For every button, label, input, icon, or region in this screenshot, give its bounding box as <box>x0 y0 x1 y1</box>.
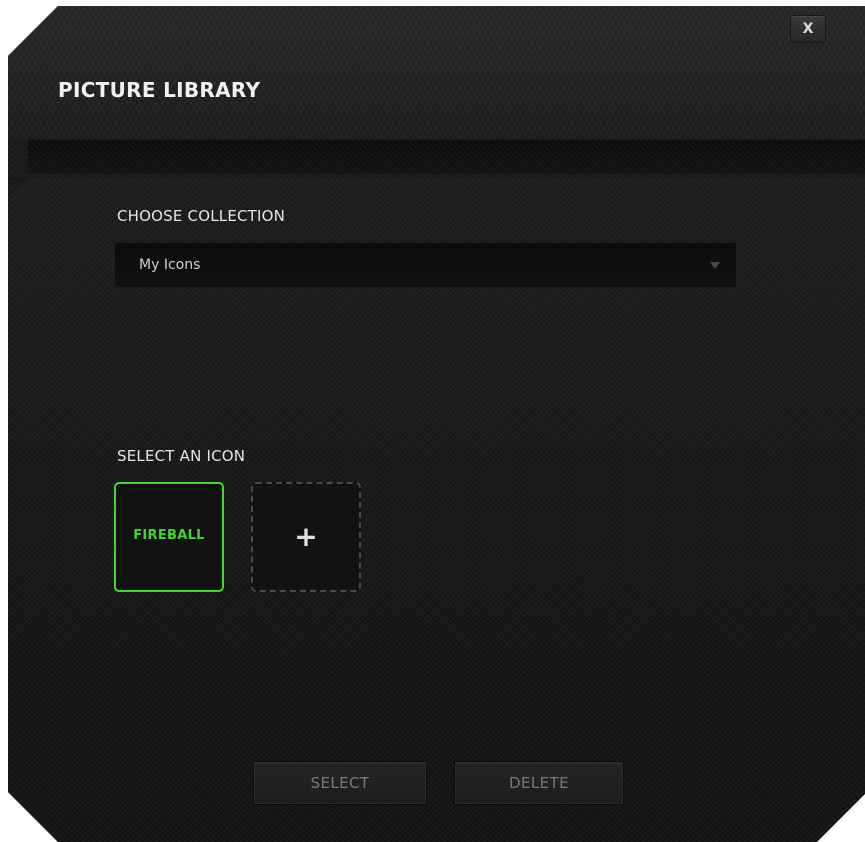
add-icon-button[interactable]: + <box>251 482 361 592</box>
collection-dropdown[interactable]: My Icons <box>114 242 737 288</box>
header-divider <box>28 140 865 174</box>
chevron-down-icon <box>710 262 720 269</box>
icon-tile-label: FIREBALL <box>133 528 205 543</box>
close-button[interactable]: X <box>790 15 826 43</box>
select-button[interactable]: SELECT <box>254 762 426 804</box>
select-icon-label: SELECT AN ICON <box>117 447 246 465</box>
dialog-title: PICTURE LIBRARY <box>58 78 261 102</box>
delete-button[interactable]: DELETE <box>455 762 623 804</box>
choose-collection-label: CHOOSE COLLECTION <box>117 207 286 225</box>
dialog-header <box>8 6 865 138</box>
picture-library-dialog: PICTURE LIBRARY X CHOOSE COLLECTION My I… <box>0 0 865 842</box>
icon-tile-fireball[interactable]: FIREBALL <box>114 482 224 592</box>
collection-selected-value: My Icons <box>139 257 201 273</box>
plus-icon: + <box>294 520 318 553</box>
